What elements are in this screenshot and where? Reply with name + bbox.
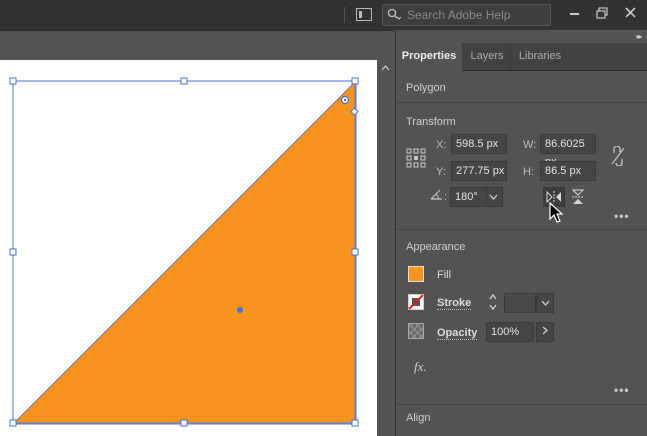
artwork-layer[interactable] [0,60,377,436]
w-label: W: [523,139,537,151]
mouse-cursor-icon [549,202,564,223]
rotate-label: : [444,191,448,203]
x-label: X: [436,139,447,151]
object-type-label: Polygon [406,82,446,94]
tab-properties[interactable]: Properties [396,43,462,71]
tab-libraries[interactable]: Libraries [510,43,569,70]
rotate-dropdown-divider [486,188,487,206]
height-field[interactable]: 86.5 px [540,161,596,181]
y-label: Y: [436,166,446,178]
opacity-expand-button[interactable] [536,322,554,342]
appearance-section-title: Appearance [406,241,466,253]
divider [396,404,647,405]
reference-point-icon[interactable] [406,148,426,168]
opacity-label[interactable]: Opacity [437,327,478,340]
rotate-angle-field[interactable]: 180° [450,187,503,207]
panel-tab-bar: Properties Layers Libraries [396,43,647,71]
flip-vertical-icon[interactable] [572,189,584,205]
restore-icon [596,7,608,19]
stroke-label[interactable]: Stroke [437,297,472,310]
toolbar-divider [344,7,345,23]
opacity-checker-icon [408,323,424,339]
divider [396,229,647,230]
align-section-title: Align [406,412,431,424]
stroke-weight-dropdown[interactable] [536,293,554,313]
transform-section-title: Transform [406,116,456,128]
divider [396,102,647,103]
rotate-angle-icon [430,189,442,200]
document-tab-bar [0,30,394,60]
restore-button[interactable] [590,3,614,23]
stroke-weight-stepper-icon[interactable] [489,293,497,311]
search-box[interactable] [382,4,551,26]
close-button[interactable] [618,3,642,23]
chevron-down-icon[interactable] [489,194,498,200]
properties-panel: Properties Layers Libraries Polygon Tran… [395,30,647,436]
h-label: H: [523,166,534,178]
minimize-icon [569,13,579,16]
stroke-weight-field[interactable] [504,293,536,313]
opacity-field[interactable]: 100% [486,322,534,342]
tab-layers[interactable]: Layers [462,43,511,70]
fill-label: Fill [437,269,452,281]
orange-triangle-shape[interactable] [13,81,356,424]
chevron-down-icon [541,300,549,306]
x-position-field[interactable]: 598.5 px [451,134,507,154]
stroke-color-swatch[interactable] [408,294,424,310]
width-field[interactable]: 86.6025 px [540,134,596,168]
center-point [237,307,243,313]
scroll-up-icon[interactable] [380,63,391,74]
vertical-scrollbar[interactable] [377,60,394,436]
search-icon[interactable] [387,8,401,22]
y-position-field[interactable]: 277.75 px [451,161,507,181]
constrain-proportions-icon[interactable] [610,146,626,166]
close-icon [624,7,636,18]
minimize-button[interactable] [562,3,586,23]
application-bar [0,0,647,30]
more-options-transform-icon[interactable]: ••• [614,209,630,223]
more-options-appearance-icon[interactable]: ••• [614,383,630,397]
collapse-panels-icon[interactable]: ▸▸ [630,30,647,43]
rotate-angle-value: 180° [455,191,478,203]
fill-color-swatch[interactable] [408,266,424,282]
search-input[interactable] [407,7,547,23]
chevron-right-icon [542,326,548,335]
effects-fx-button[interactable]: fx. [414,359,427,375]
panel-layout-icon[interactable] [356,8,372,21]
